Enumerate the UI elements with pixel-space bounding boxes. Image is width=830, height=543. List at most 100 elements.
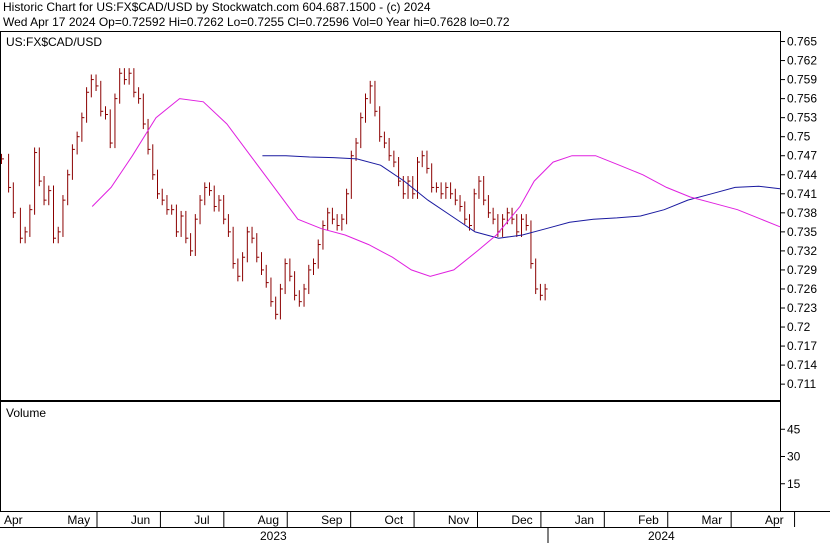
month-label: Oct [384, 513, 403, 527]
year-axis: 2023 2024 [260, 527, 675, 543]
price-tick-label: 0.747 [787, 149, 817, 163]
month-label: Jun [131, 513, 150, 527]
ohlc-bar [100, 80, 104, 117]
ohlc-bar [95, 74, 99, 92]
price-tick-label: 0.729 [787, 263, 817, 277]
price-tick-label: 0.762 [787, 54, 817, 68]
ohlc-bar [12, 182, 16, 218]
ohlc-bar [204, 182, 208, 206]
ohlc-bar [379, 106, 383, 142]
ohlc-bar [303, 283, 307, 307]
ohlc-bar [90, 74, 94, 98]
ohlc-bar [544, 283, 548, 301]
ohlc-bar [38, 147, 42, 187]
volume-axis: 45 30 15 [780, 422, 801, 491]
price-tick-label: 0.717 [787, 339, 817, 353]
ohlc-bar [194, 214, 198, 256]
ohlc-bar [407, 176, 411, 199]
price-panel-frame [0, 31, 781, 401]
ohlc-bar [539, 283, 543, 301]
month-label: Jul [194, 513, 209, 527]
ohlc-bar [289, 258, 293, 282]
ohlc-bar [487, 195, 491, 218]
price-tick-label: 0.723 [787, 301, 817, 315]
ohlc-bar [24, 226, 28, 244]
ohlc-bar [147, 118, 151, 155]
ohlc-bar [435, 182, 439, 193]
ohlc-bar [284, 258, 288, 295]
price-tick-label: 0.735 [787, 225, 817, 239]
year-label: 2023 [260, 529, 287, 543]
ohlc-bar [525, 214, 529, 231]
ohlc-bar [388, 137, 392, 161]
month-label: Feb [638, 513, 659, 527]
ohlc-bar [322, 220, 326, 250]
month-label: Jan [575, 513, 594, 527]
ohlc-bar [57, 226, 61, 244]
ohlc-bar [402, 176, 406, 199]
ohlc-bar [232, 226, 236, 269]
year-label: 2024 [648, 529, 675, 543]
ohlc-bar [313, 258, 316, 276]
ohlc-bar [53, 185, 56, 244]
ohlc-bar [261, 252, 264, 276]
price-tick-label: 0.744 [787, 168, 817, 182]
price-tick-label: 0.741 [787, 187, 817, 201]
ohlc-bar [157, 169, 160, 199]
ohlc-bar [535, 258, 539, 295]
month-label: Apr [765, 513, 784, 527]
ohlc-bar [105, 106, 108, 120]
price-tick-label: 0.759 [787, 73, 817, 87]
price-tick-label: 0.765 [787, 35, 817, 49]
ohlc-bar [218, 195, 222, 212]
price-tick-label: 0.711 [787, 377, 816, 391]
ohlc-bar [133, 68, 137, 98]
ohlc-bar [450, 182, 454, 199]
ohlc-bar [360, 112, 364, 149]
ohlc-bar [355, 137, 359, 161]
ohlc-bar [62, 195, 66, 237]
ohlc-bar [393, 150, 397, 168]
ohlc-bar [67, 169, 71, 206]
ohlc-bar [161, 188, 165, 206]
month-label: Mar [702, 513, 723, 527]
ohlc-bar [209, 182, 212, 196]
month-label: Aug [258, 513, 279, 527]
ohlc-bar [431, 163, 435, 193]
ohlc-bar [483, 176, 487, 206]
price-tick-label: 0.714 [787, 358, 817, 372]
ohlc-bar [180, 210, 184, 237]
ohlc-bar [114, 93, 118, 149]
ohlc-bar [398, 156, 402, 187]
ohlc-bar [298, 290, 302, 307]
ohlc-bar [199, 195, 203, 225]
ohlc-bar [76, 131, 80, 155]
ohlc-bar [275, 296, 279, 320]
ohlc-bar [190, 233, 194, 256]
ohlc-bar [34, 147, 38, 215]
ohlc-bar [478, 176, 482, 199]
ohlc-bar [119, 68, 123, 104]
ohlc-bar [459, 195, 463, 212]
ohlc-bar [383, 131, 387, 149]
ohlc-bar [166, 195, 170, 215]
ohlc-bar [175, 204, 179, 237]
price-tick-label: 0.756 [787, 92, 817, 106]
ohlc-bar [223, 195, 227, 225]
ohlc-bar [350, 150, 354, 199]
volume-tick-label: 15 [787, 477, 801, 491]
ohlc-bar [227, 214, 231, 237]
price-tick-label: 0.75 [787, 130, 811, 144]
ohlc-bar [440, 182, 444, 199]
ohlc-bar [109, 109, 113, 149]
ohlc-bar [246, 226, 250, 263]
ohlc-bar [48, 185, 52, 206]
ohlc-bar [213, 185, 217, 212]
symbol-label: US:FX$CAD/USD [6, 35, 102, 49]
month-label: Sep [321, 513, 343, 527]
ohlc-bar [473, 188, 477, 231]
ohlc-bar [374, 80, 378, 117]
month-label: Apr [4, 513, 23, 527]
ohlc-bar [294, 271, 298, 301]
month-axis: Apr May Jun Jul Aug Sep Oct Nov Dec Jan Feb Mar Apr [4, 511, 796, 527]
